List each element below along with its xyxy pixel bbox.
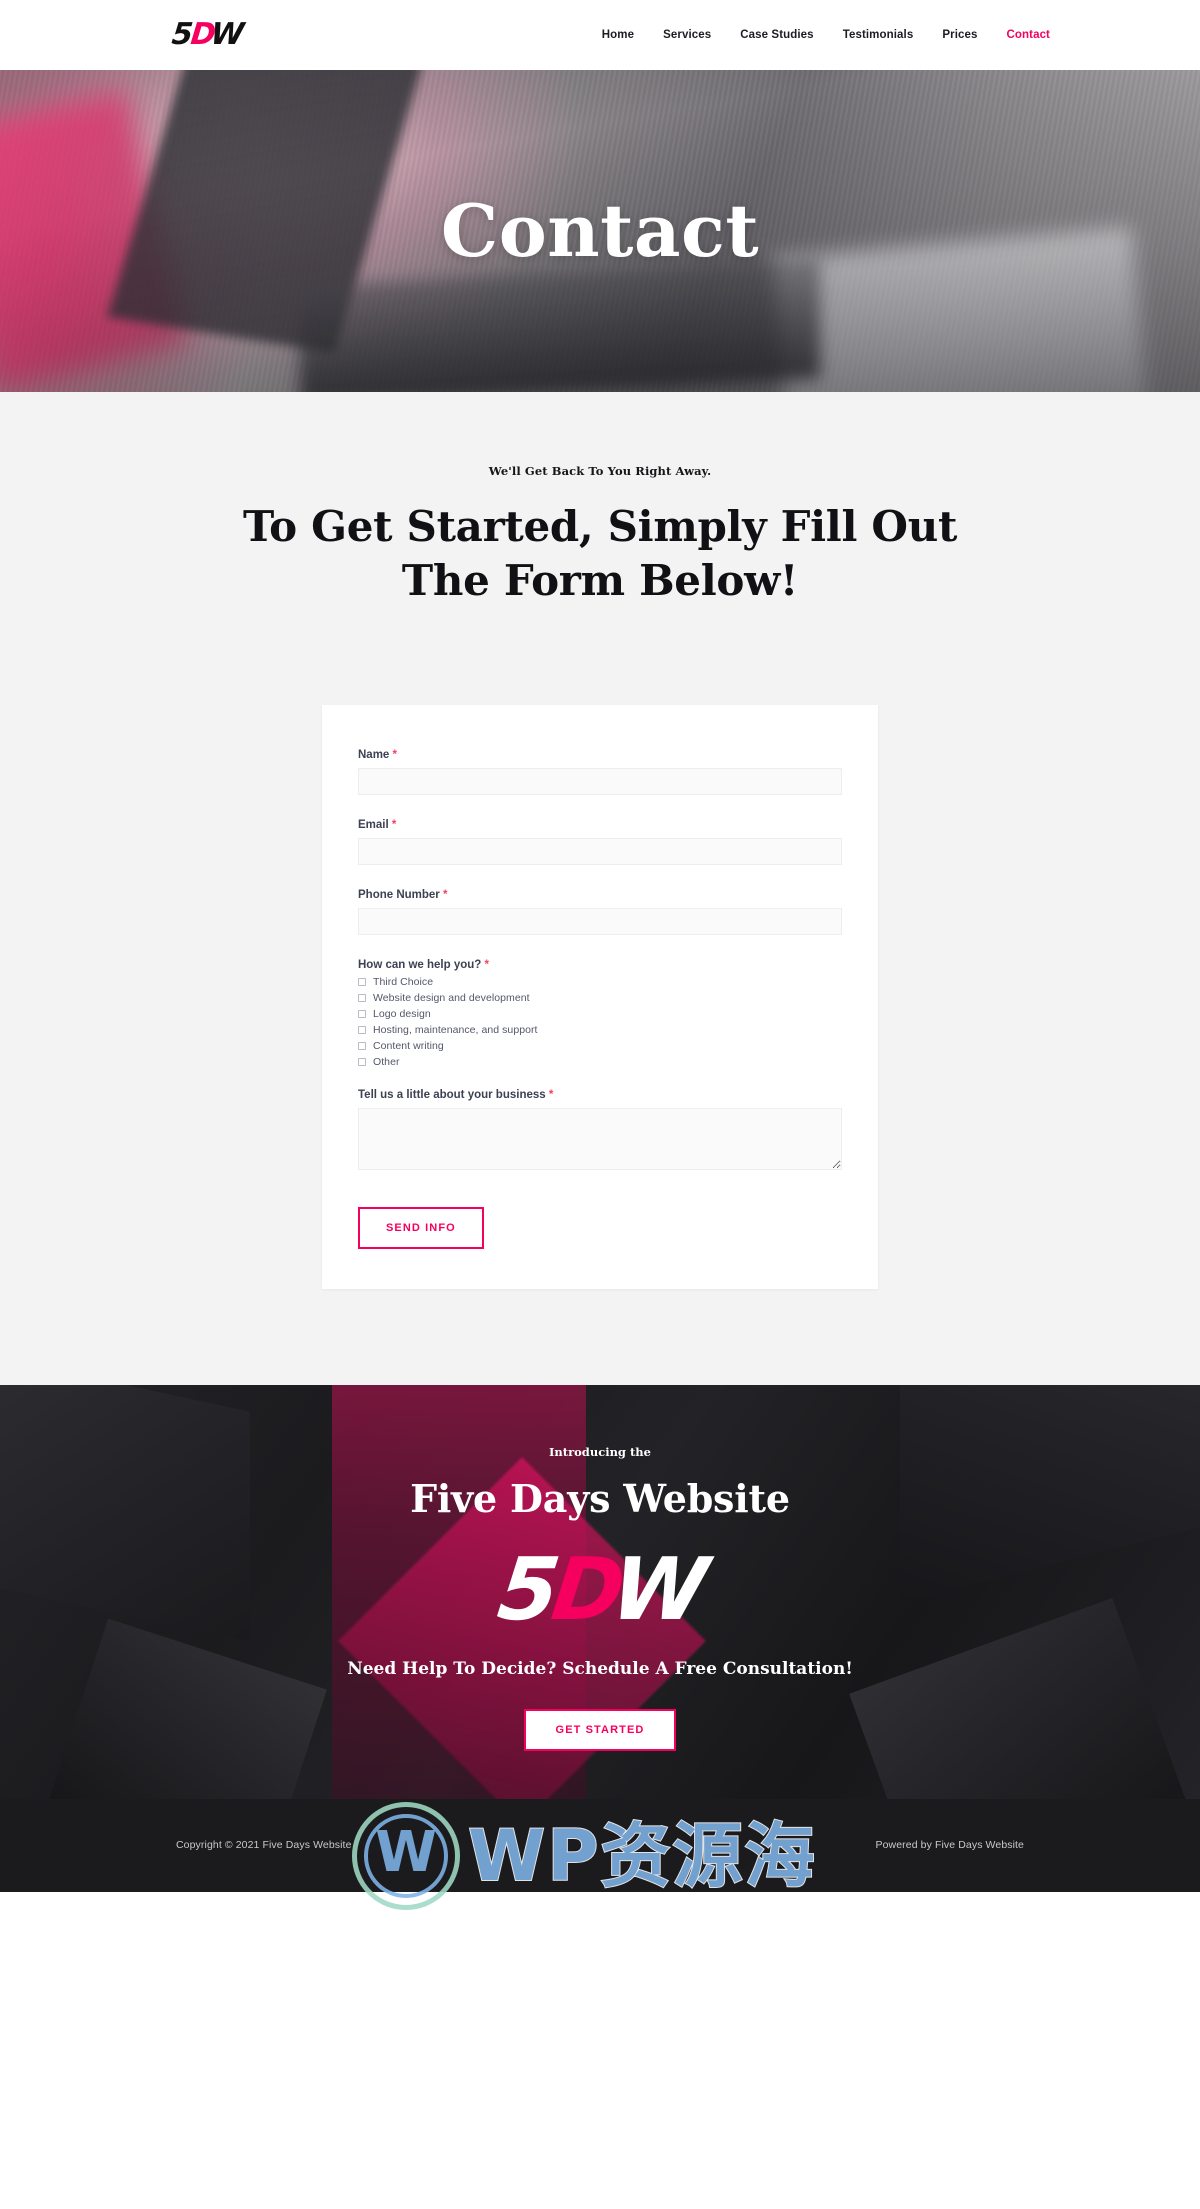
site-footer: Copyright © 2021 Five Days Website Power… (0, 1798, 1200, 1892)
required-marker: * (392, 748, 398, 761)
checkbox-option[interactable]: Third Choice (358, 976, 842, 989)
get-started-button[interactable]: GET STARTED (523, 1708, 677, 1751)
cta-logo-char-w: W (606, 1539, 708, 1640)
checkbox-icon[interactable] (358, 994, 366, 1002)
checkbox-option[interactable]: Other (358, 1056, 842, 1069)
hero-banner: Contact (0, 70, 1200, 392)
nav-item-home[interactable]: Home (602, 29, 634, 41)
nav-item-services[interactable]: Services (663, 29, 711, 41)
required-marker: * (391, 818, 397, 831)
footer-powered-by: Powered by Five Days Website (875, 1839, 1024, 1851)
checkbox-label: Logo design (373, 1008, 431, 1020)
checkbox-label: Website design and development (373, 992, 530, 1004)
contact-form: Name * Email * Phone Number * How can we… (322, 704, 878, 1289)
nav-item-contact[interactable]: Contact (1006, 29, 1050, 41)
checkbox-label: Content writing (373, 1040, 444, 1052)
cta-title: Five Days Website (410, 1475, 790, 1521)
footer-copyright: Copyright © 2021 Five Days Website (176, 1839, 352, 1851)
checkbox-option[interactable]: Website design and development (358, 992, 842, 1005)
business-textarea[interactable] (358, 1107, 842, 1170)
header-inner: 5DW Home Services Case Studies Testimoni… (0, 17, 1200, 52)
contact-form-section: We'll Get Back To You Right Away. To Get… (0, 392, 1200, 1385)
page-wrapper: 5DW Home Services Case Studies Testimoni… (0, 0, 1200, 1910)
label-email-text: Email (358, 818, 389, 831)
phone-input[interactable] (358, 907, 842, 935)
field-business: Tell us a little about your business * (358, 1089, 842, 1175)
label-business: Tell us a little about your business * (358, 1089, 842, 1101)
checkbox-option[interactable]: Logo design (358, 1008, 842, 1021)
required-marker: * (548, 1088, 554, 1101)
page-title: Contact (440, 188, 760, 273)
label-phone: Phone Number * (358, 889, 842, 901)
email-input[interactable] (358, 837, 842, 865)
nav-item-case-studies[interactable]: Case Studies (740, 29, 813, 41)
checkbox-icon[interactable] (358, 1042, 366, 1050)
label-phone-text: Phone Number (358, 888, 440, 901)
checkbox-label: Other (373, 1056, 400, 1068)
footer-inner: Copyright © 2021 Five Days Website Power… (0, 1839, 1200, 1851)
required-marker: * (484, 958, 490, 971)
cta-subtitle: Need Help To Decide? Schedule A Free Con… (347, 1658, 853, 1679)
nav-item-prices[interactable]: Prices (942, 29, 977, 41)
field-phone: Phone Number * (358, 889, 842, 935)
cta-content: Introducing the Five Days Website 5DW Ne… (0, 1445, 1200, 1751)
field-name: Name * (358, 749, 842, 795)
section-heading: To Get Started, Simply Fill Out The Form… (242, 502, 958, 605)
checkbox-label: Hosting, maintenance, and support (373, 1024, 538, 1036)
field-email: Email * (358, 819, 842, 865)
label-name: Name * (358, 749, 842, 761)
cta-section: Introducing the Five Days Website 5DW Ne… (0, 1384, 1200, 1799)
label-help: How can we help you? * (358, 959, 842, 971)
cta-logo: 5DW (493, 1539, 708, 1640)
nav-item-testimonials[interactable]: Testimonials (843, 29, 914, 41)
logo-char-w: W (208, 17, 244, 52)
checkbox-label: Third Choice (373, 976, 434, 988)
field-help-options: How can we help you? * Third Choice Webs… (358, 959, 842, 1069)
label-business-text: Tell us a little about your business (358, 1088, 546, 1101)
site-logo[interactable]: 5DW (170, 17, 244, 52)
send-info-button[interactable]: SEND INFO (358, 1206, 484, 1249)
name-input[interactable] (358, 767, 842, 795)
checkbox-icon[interactable] (358, 1058, 366, 1066)
cta-eyebrow: Introducing the (549, 1444, 651, 1459)
label-help-text: How can we help you? (358, 958, 482, 971)
site-header: 5DW Home Services Case Studies Testimoni… (0, 0, 1200, 70)
main-navigation: Home Services Case Studies Testimonials … (602, 29, 1050, 41)
label-name-text: Name (358, 748, 390, 761)
checkbox-option[interactable]: Hosting, maintenance, and support (358, 1024, 842, 1037)
label-email: Email * (358, 819, 842, 831)
checkbox-icon[interactable] (358, 1010, 366, 1018)
checkbox-icon[interactable] (358, 1026, 366, 1034)
section-eyebrow: We'll Get Back To You Right Away. (488, 464, 712, 478)
checkbox-icon[interactable] (358, 978, 366, 986)
required-marker: * (443, 888, 448, 901)
checkbox-option[interactable]: Content writing (358, 1040, 842, 1053)
